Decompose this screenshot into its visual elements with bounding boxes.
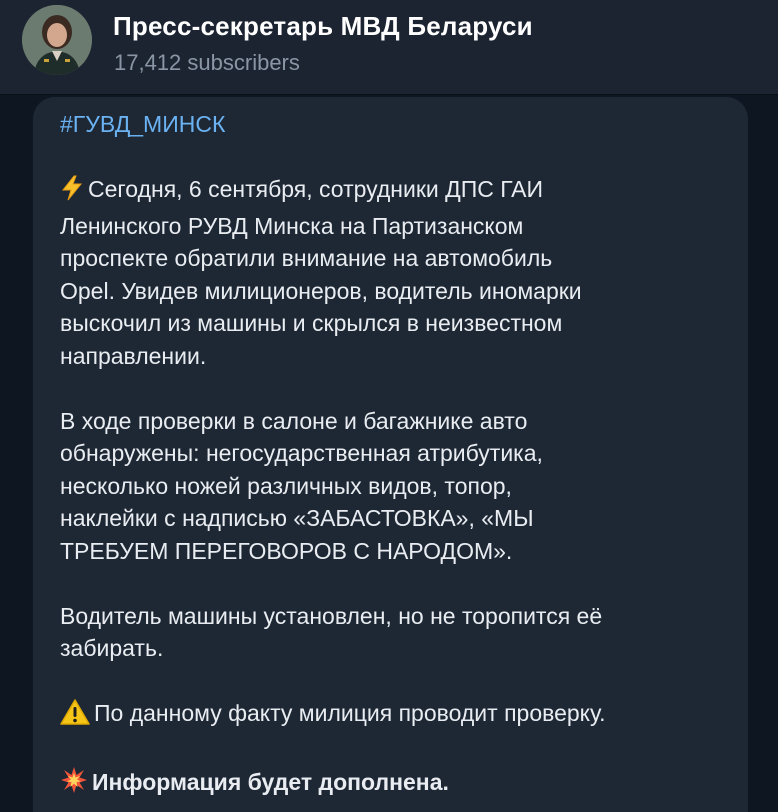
telegram-channel-screen: Пресс-секретарь МВД Беларуси 17,412 subs… (0, 0, 778, 812)
text-line: проспекте обратили внимание на автомобил… (60, 245, 553, 271)
collision-icon (60, 766, 88, 803)
paragraph-3: Водитель машины установлен, но не торопи… (60, 600, 740, 665)
paragraph-2: В ходе проверки в салоне и багажнике авт… (60, 405, 740, 568)
text-line: Сегодня, 6 сентября, сотрудники ДПС ГАИ (60, 173, 740, 210)
channel-avatar[interactable] (22, 5, 92, 75)
text-line: наклейки с надписью «ЗАБАСТОВКА», «МЫ (60, 505, 534, 531)
channel-title[interactable]: Пресс-секретарь МВД Беларуси (113, 11, 533, 42)
text-line: несколько ножей различных видов, топор, (60, 472, 512, 499)
text-line: В ходе проверки в салоне и багажнике авт… (60, 407, 528, 434)
subscriber-count: 17,412 subscribers (114, 50, 300, 75)
channel-header[interactable]: Пресс-секретарь МВД Беларуси 17,412 subs… (0, 0, 778, 95)
text-line: Водитель машины установлен, но не торопи… (60, 602, 603, 629)
paragraph-1: Сегодня, 6 сентября, сотрудники ДПС ГАИ … (60, 173, 740, 372)
text-line: выскочил из машины и скрылся в неизвестн… (60, 310, 563, 336)
message-text: #ГУВД_МИНСК Сегодня, 6 сентября, сотрудн… (60, 108, 740, 812)
text-line: По данному факту милиция проводит провер… (60, 697, 740, 734)
paragraph-4: По данному факту милиция проводит провер… (60, 697, 740, 734)
text-line: ТРЕБУЕМ ПЕРЕГОВОРОВ С НАРОДОМ». (60, 537, 513, 564)
text-line: Opel. Увидев милиционеров, водитель ином… (60, 277, 582, 304)
text-line: Ленинского РУВД Минска на Партизанском (60, 212, 524, 239)
avatar-portrait-icon (22, 5, 92, 75)
lightning-icon (60, 175, 84, 210)
text-line-content: По данному факту милиция проводит провер… (94, 700, 606, 726)
hashtag-link[interactable]: #ГУВД_МИНСК (60, 108, 740, 141)
paragraph-5: Информация будет дополнена. (60, 766, 740, 803)
text-line: обнаружены: негосударственная атрибутика… (60, 440, 543, 466)
text-line-content: Сегодня, 6 сентября, сотрудники ДПС ГАИ (88, 176, 544, 202)
text-line: Информация будет дополнена. (60, 766, 740, 803)
text-line-content: Информация будет дополнена. (92, 769, 449, 795)
warning-icon (60, 699, 90, 734)
text-line: направлении. (60, 342, 207, 369)
text-line: забирать. (60, 635, 164, 661)
